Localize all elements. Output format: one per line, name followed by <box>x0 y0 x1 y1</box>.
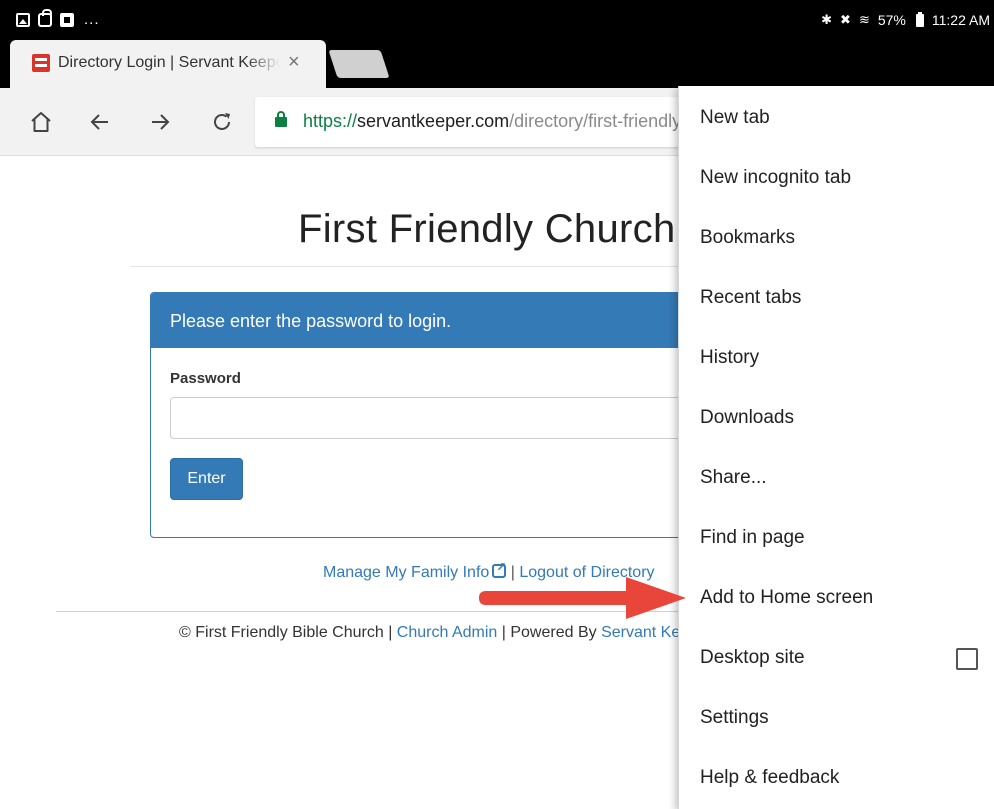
annotation-arrow-icon <box>479 577 686 619</box>
menu-item-new-tab[interactable]: New tab <box>679 88 994 148</box>
menu-item-label: Add to Home screen <box>700 587 874 608</box>
url-text: https://servantkeeper.com/directory/firs… <box>303 111 681 132</box>
menu-item-label: Bookmarks <box>700 227 796 248</box>
tab-strip: Directory Login | Servant Keeper × <box>0 40 994 88</box>
menu-item-label: Settings <box>700 707 769 728</box>
status-bar: ... ✱ ✖ ≋ 57% 11:22 AM <box>0 0 994 40</box>
url-host: servantkeeper.com <box>357 111 510 131</box>
mute-icon: ✖ <box>840 12 851 27</box>
title-divider <box>130 266 690 267</box>
church-admin-link[interactable]: Church Admin <box>397 624 498 641</box>
menu-item-recent-tabs[interactable]: Recent tabs <box>679 268 994 328</box>
panel-heading-text: Please enter the password to login. <box>170 311 452 331</box>
more-notifications-icon: ... <box>84 11 100 28</box>
menu-item-label: Recent tabs <box>700 287 802 308</box>
menu-item-settings[interactable]: Settings <box>679 688 994 748</box>
site-favicon-icon <box>32 54 50 72</box>
powered-by-text: Powered By <box>510 624 597 641</box>
url-path: /directory/first-friendly <box>509 111 682 131</box>
menu-item-label: Downloads <box>700 407 794 428</box>
menu-item-label: New tab <box>700 107 770 128</box>
menu-item-history[interactable]: History <box>679 328 994 388</box>
home-icon <box>31 112 51 132</box>
password-label: Password <box>170 370 241 387</box>
footer-copyright: © First Friendly Bible Church <box>179 624 384 641</box>
desktop-site-checkbox[interactable] <box>956 648 978 670</box>
password-input[interactable] <box>170 397 710 439</box>
tab-directory-login[interactable]: Directory Login | Servant Keeper × <box>10 40 326 88</box>
battery-icon <box>915 11 924 27</box>
menu-item-label: New incognito tab <box>700 167 852 188</box>
back-icon <box>90 114 108 130</box>
menu-item-bookmarks[interactable]: Bookmarks <box>679 208 994 268</box>
menu-item-downloads[interactable]: Downloads <box>679 388 994 448</box>
menu-item-label: Share... <box>700 467 767 488</box>
forward-icon <box>152 114 170 130</box>
footer: © First Friendly Bible Church | Church A… <box>179 624 712 642</box>
enter-button[interactable]: Enter <box>170 458 243 500</box>
menu-item-label: History <box>700 347 760 368</box>
bluetooth-icon: ✱ <box>821 12 833 27</box>
url-scheme: https:// <box>303 111 358 131</box>
footer-separator: | <box>388 624 393 641</box>
menu-item-find-in-page[interactable]: Find in page <box>679 508 994 568</box>
menu-item-label: Desktop site <box>700 647 805 668</box>
shopping-bag-icon <box>38 8 52 27</box>
a-icon <box>60 12 74 27</box>
notification-icons: ... <box>16 8 100 28</box>
wifi-icon: ≋ <box>858 12 870 27</box>
reload-icon <box>214 113 230 130</box>
home-button[interactable] <box>23 104 59 140</box>
menu-item-help-feedback[interactable]: Help & feedback <box>679 748 994 808</box>
menu-item-share[interactable]: Share... <box>679 448 994 508</box>
login-panel: Please enter the password to login. Pass… <box>150 292 710 538</box>
lock-icon <box>275 111 287 127</box>
battery-percent: 57% <box>877 12 906 28</box>
menu-item-new-incognito-tab[interactable]: New incognito tab <box>679 148 994 208</box>
image-icon <box>16 12 30 27</box>
clock: 11:22 AM <box>931 12 990 28</box>
browser-overflow-menu: New tab New incognito tab Bookmarks Rece… <box>678 86 994 809</box>
page-title: First Friendly Church <box>298 207 676 251</box>
close-tab-icon[interactable]: × <box>288 50 300 74</box>
tab-title: Directory Login | Servant Keeper <box>58 54 280 71</box>
footer-separator: | <box>501 624 506 641</box>
panel-heading: Please enter the password to login. <box>151 293 709 348</box>
menu-item-label: Help & feedback <box>700 767 840 788</box>
forward-button[interactable] <box>142 104 178 140</box>
reload-button[interactable] <box>204 104 240 140</box>
system-status: ✱ ✖ ≋ 57% 11:22 AM <box>821 11 990 28</box>
menu-item-desktop-site[interactable]: Desktop site <box>679 628 994 688</box>
menu-item-add-to-home-screen[interactable]: Add to Home screen <box>679 568 994 628</box>
new-tab-button[interactable] <box>328 50 390 78</box>
menu-item-label: Find in page <box>700 527 805 548</box>
back-button[interactable] <box>82 104 118 140</box>
manage-family-info-link[interactable]: Manage My Family Info <box>323 564 489 581</box>
